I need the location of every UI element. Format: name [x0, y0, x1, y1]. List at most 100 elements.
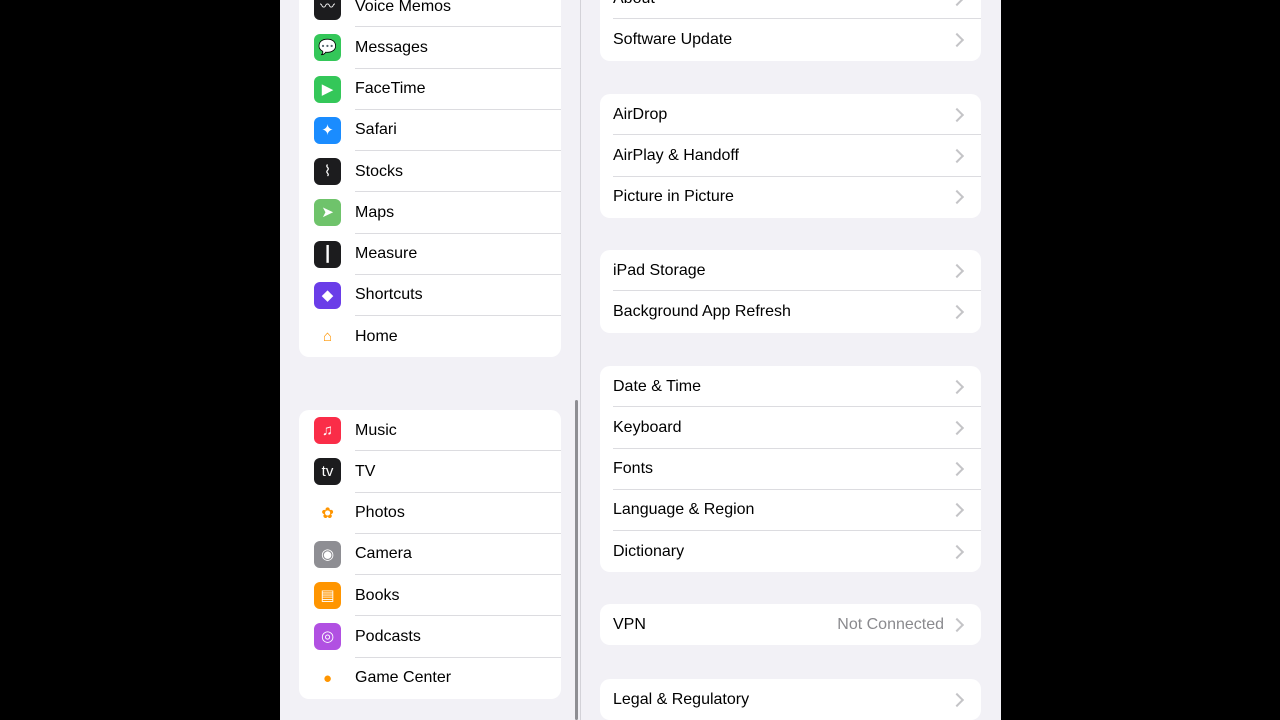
settings-row-label: Keyboard: [613, 418, 682, 436]
game-center-icon: ●: [314, 664, 341, 692]
chevron-right-icon: [949, 692, 965, 707]
settings-row-ipad-storage[interactable]: iPad Storage: [600, 250, 981, 292]
sidebar-item-label: TV: [355, 462, 376, 480]
settings-row-vpn[interactable]: VPN Not Connected: [600, 604, 981, 645]
general-settings-pane: About Software Update AirDrop AirPlay & Ha…: [581, 0, 1001, 720]
map-icon: ➤: [314, 199, 341, 227]
sidebar-item-measure[interactable]: ┃ Measure: [299, 234, 561, 275]
chevron-right-icon: [949, 420, 965, 435]
sidebar-item-messages[interactable]: 💬 Messages: [299, 27, 561, 69]
settings-row-keyboard[interactable]: Keyboard: [600, 407, 981, 449]
chevron-right-icon: [949, 304, 965, 319]
sidebar-item-stocks[interactable]: ⌇ Stocks: [299, 151, 561, 193]
vpn-group: VPN Not Connected: [600, 604, 981, 646]
sidebar-group-apps: 〰 Voice Memos 💬 Messages ▶ FaceTime ✦ Safari ⌇ St…: [299, 0, 561, 358]
sidebar-item-label: Voice Memos: [355, 0, 452, 15]
legal-group: Legal & Regulatory: [600, 679, 981, 720]
sidebar-item-label: Books: [355, 586, 400, 604]
chevron-right-icon: [949, 107, 965, 122]
settings-row-label: About: [613, 0, 952, 8]
sidebar-item-shortcuts[interactable]: ◆ Shortcuts: [299, 275, 561, 316]
chevron-right-icon: [949, 617, 965, 632]
settings-row-dictionary[interactable]: Dictionary: [600, 531, 981, 572]
camera-icon: ◉: [314, 540, 341, 568]
settings-row-about[interactable]: About: [600, 0, 981, 20]
sidebar-item-label: Measure: [355, 245, 418, 263]
settings-row-fonts[interactable]: Fonts: [600, 449, 981, 490]
settings-row-label: Legal & Regulatory: [613, 690, 750, 708]
locale-group: Date & Time Keyboard Fonts Language & Regio…: [600, 366, 981, 573]
chevron-right-icon: [949, 462, 965, 477]
settings-row-legal-and-regulatory[interactable]: Legal & Regulatory: [600, 679, 981, 720]
sidebar-item-books[interactable]: ▤ Books: [299, 575, 561, 617]
settings-row-label: AirDrop: [613, 105, 668, 123]
settings-row-label: Picture in Picture: [613, 188, 734, 206]
sidebar-item-facetime[interactable]: ▶ FaceTime: [299, 69, 561, 110]
book-icon: ▤: [314, 582, 341, 610]
settings-row-language-and-region[interactable]: Language & Region: [600, 490, 981, 531]
message-bubble-icon: 💬: [314, 34, 341, 62]
sidebar-scrollbar[interactable]: [575, 400, 578, 720]
storage-group: iPad Storage Background App Refresh: [600, 250, 981, 333]
settings-row-label: Date & Time: [613, 377, 702, 395]
settings-row-background-app-refresh[interactable]: Background App Refresh: [600, 291, 981, 332]
photos-flower-icon: ✿: [314, 499, 341, 527]
sidebar-item-maps[interactable]: ➤ Maps: [299, 192, 561, 234]
settings-row-label: AirPlay & Handoff: [613, 146, 739, 164]
sidebar-item-label: Music: [355, 421, 397, 439]
video-camera-icon: ▶: [314, 75, 341, 103]
sidebar-item-tv[interactable]: tv TV: [299, 451, 561, 493]
sidebar-group-media: ♫ Music tv TV ✿ Photos ◉ Camera ▤ Books ◎ Podcasts ●…: [299, 410, 561, 699]
settings-row-label: iPad Storage: [613, 261, 706, 279]
sidebar-item-label: FaceTime: [355, 80, 426, 98]
sidebar-item-label: Podcasts: [355, 627, 421, 645]
sidebar-item-voice-memos[interactable]: 〰 Voice Memos: [299, 0, 561, 28]
sidebar-item-label: Messages: [355, 38, 428, 56]
chevron-right-icon: [949, 0, 965, 6]
chevron-right-icon: [949, 379, 965, 394]
settings-row-value: Not Connected: [837, 615, 944, 633]
about-group: About Software Update: [600, 0, 981, 61]
settings-row-label: Fonts: [613, 460, 654, 478]
settings-row-label: Dictionary: [613, 542, 685, 560]
ipad-screen: 〰 Voice Memos 💬 Messages ▶ FaceTime ✦ Safari ⌇ St…: [280, 0, 1001, 720]
sidebar-item-label: Maps: [355, 203, 395, 221]
settings-row-label: Background App Refresh: [613, 302, 791, 320]
settings-row-label: VPN: [613, 615, 646, 633]
chevron-right-icon: [949, 190, 965, 205]
settings-row-picture-in-picture[interactable]: Picture in Picture: [600, 177, 981, 218]
chevron-right-icon: [949, 503, 965, 518]
sharing-group: AirDrop AirPlay & Handoff Picture in Pictu…: [600, 94, 981, 218]
sidebar-item-music[interactable]: ♫ Music: [299, 410, 561, 452]
sidebar-item-home[interactable]: ⌂ Home: [299, 316, 561, 357]
sidebar-item-label: Home: [355, 327, 398, 345]
settings-row-airdrop[interactable]: AirDrop: [600, 94, 981, 136]
chevron-right-icon: [949, 148, 965, 163]
sidebar-item-label: Camera: [355, 545, 412, 563]
sidebar-item-photos[interactable]: ✿ Photos: [299, 493, 561, 534]
compass-icon: ✦: [314, 116, 341, 144]
chevron-right-icon: [949, 32, 965, 47]
sidebar-item-label: Photos: [355, 504, 405, 522]
ruler-icon: ┃: [314, 240, 341, 268]
waveform-icon: 〰: [314, 0, 341, 21]
sidebar-item-podcasts[interactable]: ◎ Podcasts: [299, 616, 561, 658]
settings-row-label: Software Update: [613, 30, 733, 48]
shortcuts-icon: ◆: [314, 281, 341, 309]
sidebar-item-label: Game Center: [355, 669, 452, 687]
settings-row-label: Language & Region: [613, 501, 755, 519]
stock-chart-icon: ⌇: [314, 158, 341, 186]
sidebar-item-camera[interactable]: ◉ Camera: [299, 534, 561, 575]
sidebar-item-label: Shortcuts: [355, 286, 423, 304]
settings-row-date-and-time[interactable]: Date & Time: [600, 366, 981, 408]
sidebar-item-safari[interactable]: ✦ Safari: [299, 110, 561, 151]
sidebar-item-label: Stocks: [355, 162, 404, 180]
settings-row-airplay-and-handoff[interactable]: AirPlay & Handoff: [600, 135, 981, 177]
podcast-icon: ◎: [314, 623, 341, 651]
house-icon: ⌂: [314, 323, 341, 351]
chevron-right-icon: [949, 544, 965, 559]
sidebar-item-game-center[interactable]: ● Game Center: [299, 658, 561, 699]
chevron-right-icon: [949, 263, 965, 278]
sidebar-item-label: Safari: [355, 121, 397, 139]
settings-row-software-update[interactable]: Software Update: [600, 19, 981, 60]
